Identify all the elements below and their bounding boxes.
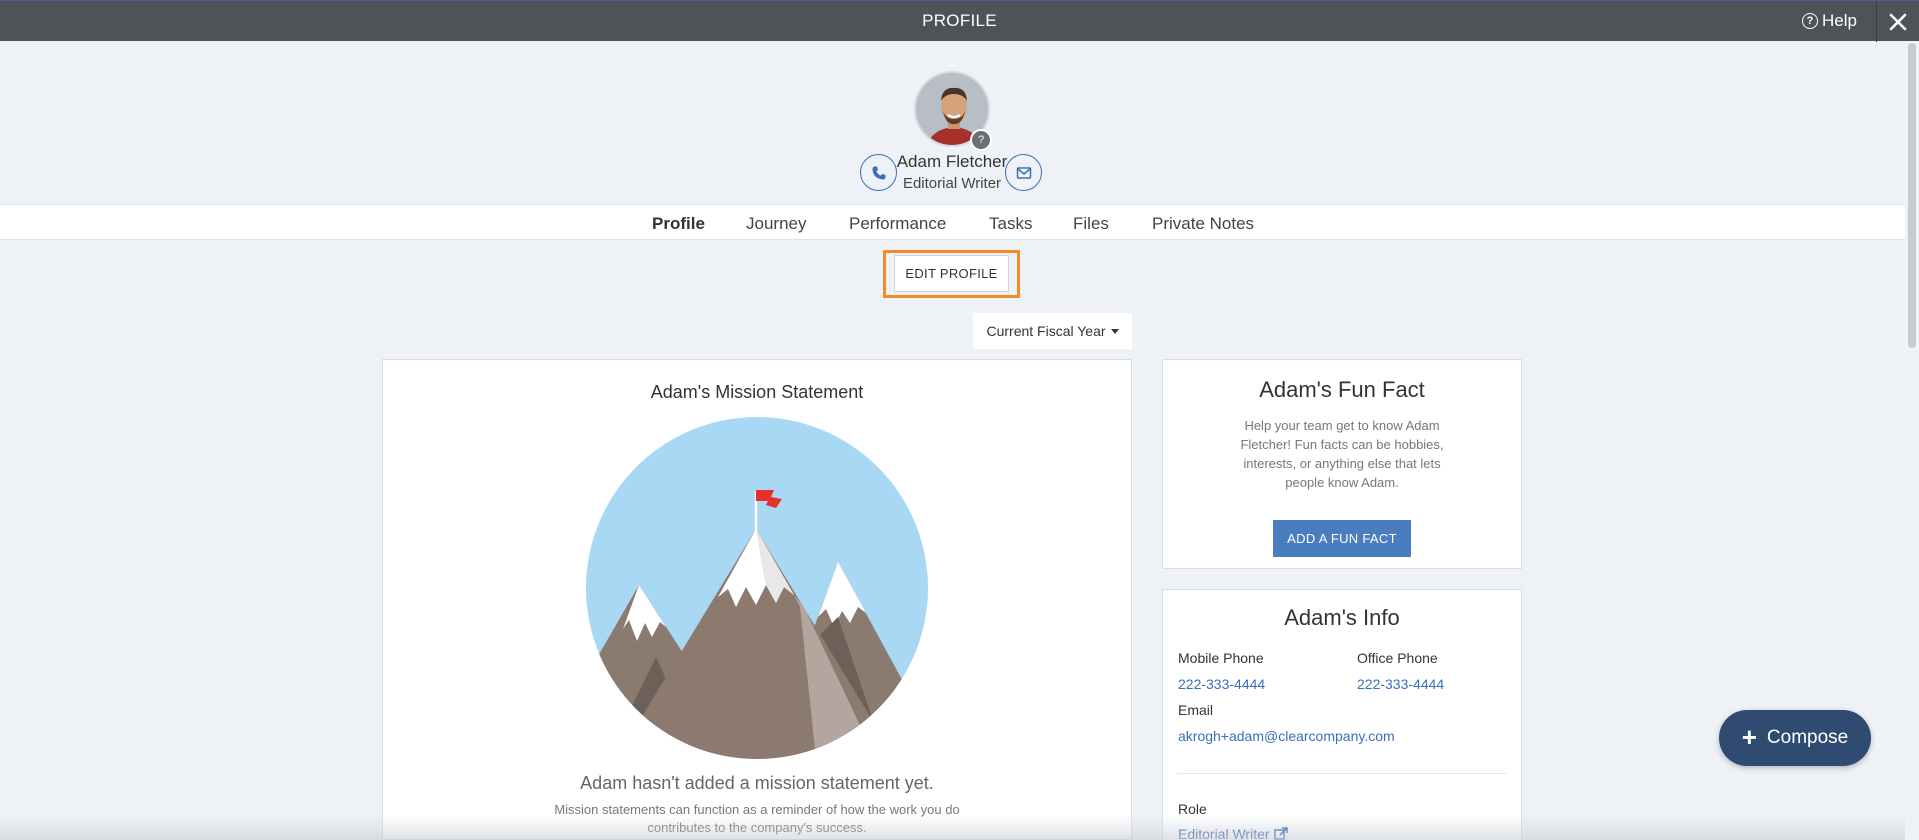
edit-profile-button[interactable]: EDIT PROFILE — [894, 255, 1009, 292]
office-phone-label: Office Phone — [1357, 650, 1438, 666]
close-button[interactable] — [1876, 1, 1919, 42]
close-x-icon — [1889, 13, 1907, 30]
add-fun-fact-button[interactable]: ADD A FUN FACT — [1273, 520, 1411, 557]
fun-fact-title: Adam's Fun Fact — [1259, 377, 1425, 402]
mission-statement-title: Adam's Mission Statement — [650, 382, 864, 402]
fun-fact-description: Help your team get to know Adam Fletcher… — [1240, 418, 1444, 490]
compose-label: Compose — [1766, 727, 1849, 748]
office-phone-link[interactable]: 222-333-4444 — [1357, 676, 1444, 692]
question-circle-icon: ? — [1802, 13, 1819, 29]
tab-files[interactable]: Files — [1073, 214, 1109, 234]
page-title: PROFILE — [922, 11, 997, 30]
info-card: Adam's Info Mobile Phone 222-333-4444 Of… — [1162, 589, 1522, 840]
role-link-label: Editorial Writer — [1178, 826, 1270, 840]
scrollbar-thumb[interactable] — [1908, 43, 1916, 348]
mission-description: Mission statements can function as a rem… — [554, 802, 960, 835]
info-divider — [1177, 773, 1507, 774]
tab-private-notes[interactable]: Private Notes — [1152, 214, 1254, 234]
role-link[interactable]: Editorial Writer — [1178, 826, 1288, 840]
email-label: Email — [1178, 702, 1214, 718]
external-link-icon — [1273, 827, 1288, 840]
plus-icon: + — [1741, 722, 1757, 752]
person-name: Adam Fletcher — [896, 152, 1008, 171]
caret-down-icon — [1110, 328, 1119, 334]
top-bar: PROFILE ? Help — [0, 0, 1919, 42]
mobile-phone-link[interactable]: 222-333-4444 — [1178, 676, 1265, 692]
mobile-phone-label: Mobile Phone — [1178, 650, 1264, 666]
email-link[interactable]: akrogh+adam@clearcompany.com — [1178, 728, 1395, 744]
tab-profile[interactable]: Profile — [652, 214, 705, 234]
profile-tabs: Profile Journey Performance Tasks Files … — [0, 204, 1905, 240]
compose-button[interactable]: + Compose — [1719, 710, 1871, 766]
fiscal-year-label: Current Fiscal Year — [986, 323, 1106, 339]
info-title: Adam's Info — [1284, 605, 1400, 630]
scrollbar[interactable] — [1905, 41, 1919, 840]
mission-statement-card: Adam's Mission Statement Adam hasn't add… — [382, 359, 1132, 840]
fiscal-year-dropdown[interactable]: Current Fiscal Year — [973, 313, 1132, 349]
fun-fact-card: Adam's Fun Fact Help your team get to kn… — [1162, 359, 1522, 569]
mountain-illustration — [586, 417, 928, 759]
mission-empty-message: Adam hasn't added a mission statement ye… — [580, 773, 934, 793]
help-label: Help — [1822, 11, 1857, 30]
tab-tasks[interactable]: Tasks — [989, 214, 1032, 234]
tab-performance[interactable]: Performance — [849, 214, 946, 234]
avatar-badge[interactable]: ? — [970, 129, 992, 151]
help-link[interactable]: ? Help — [1802, 11, 1857, 31]
role-label: Role — [1178, 801, 1207, 817]
person-title: Editorial Writer — [902, 175, 1002, 192]
tab-journey[interactable]: Journey — [746, 214, 806, 234]
